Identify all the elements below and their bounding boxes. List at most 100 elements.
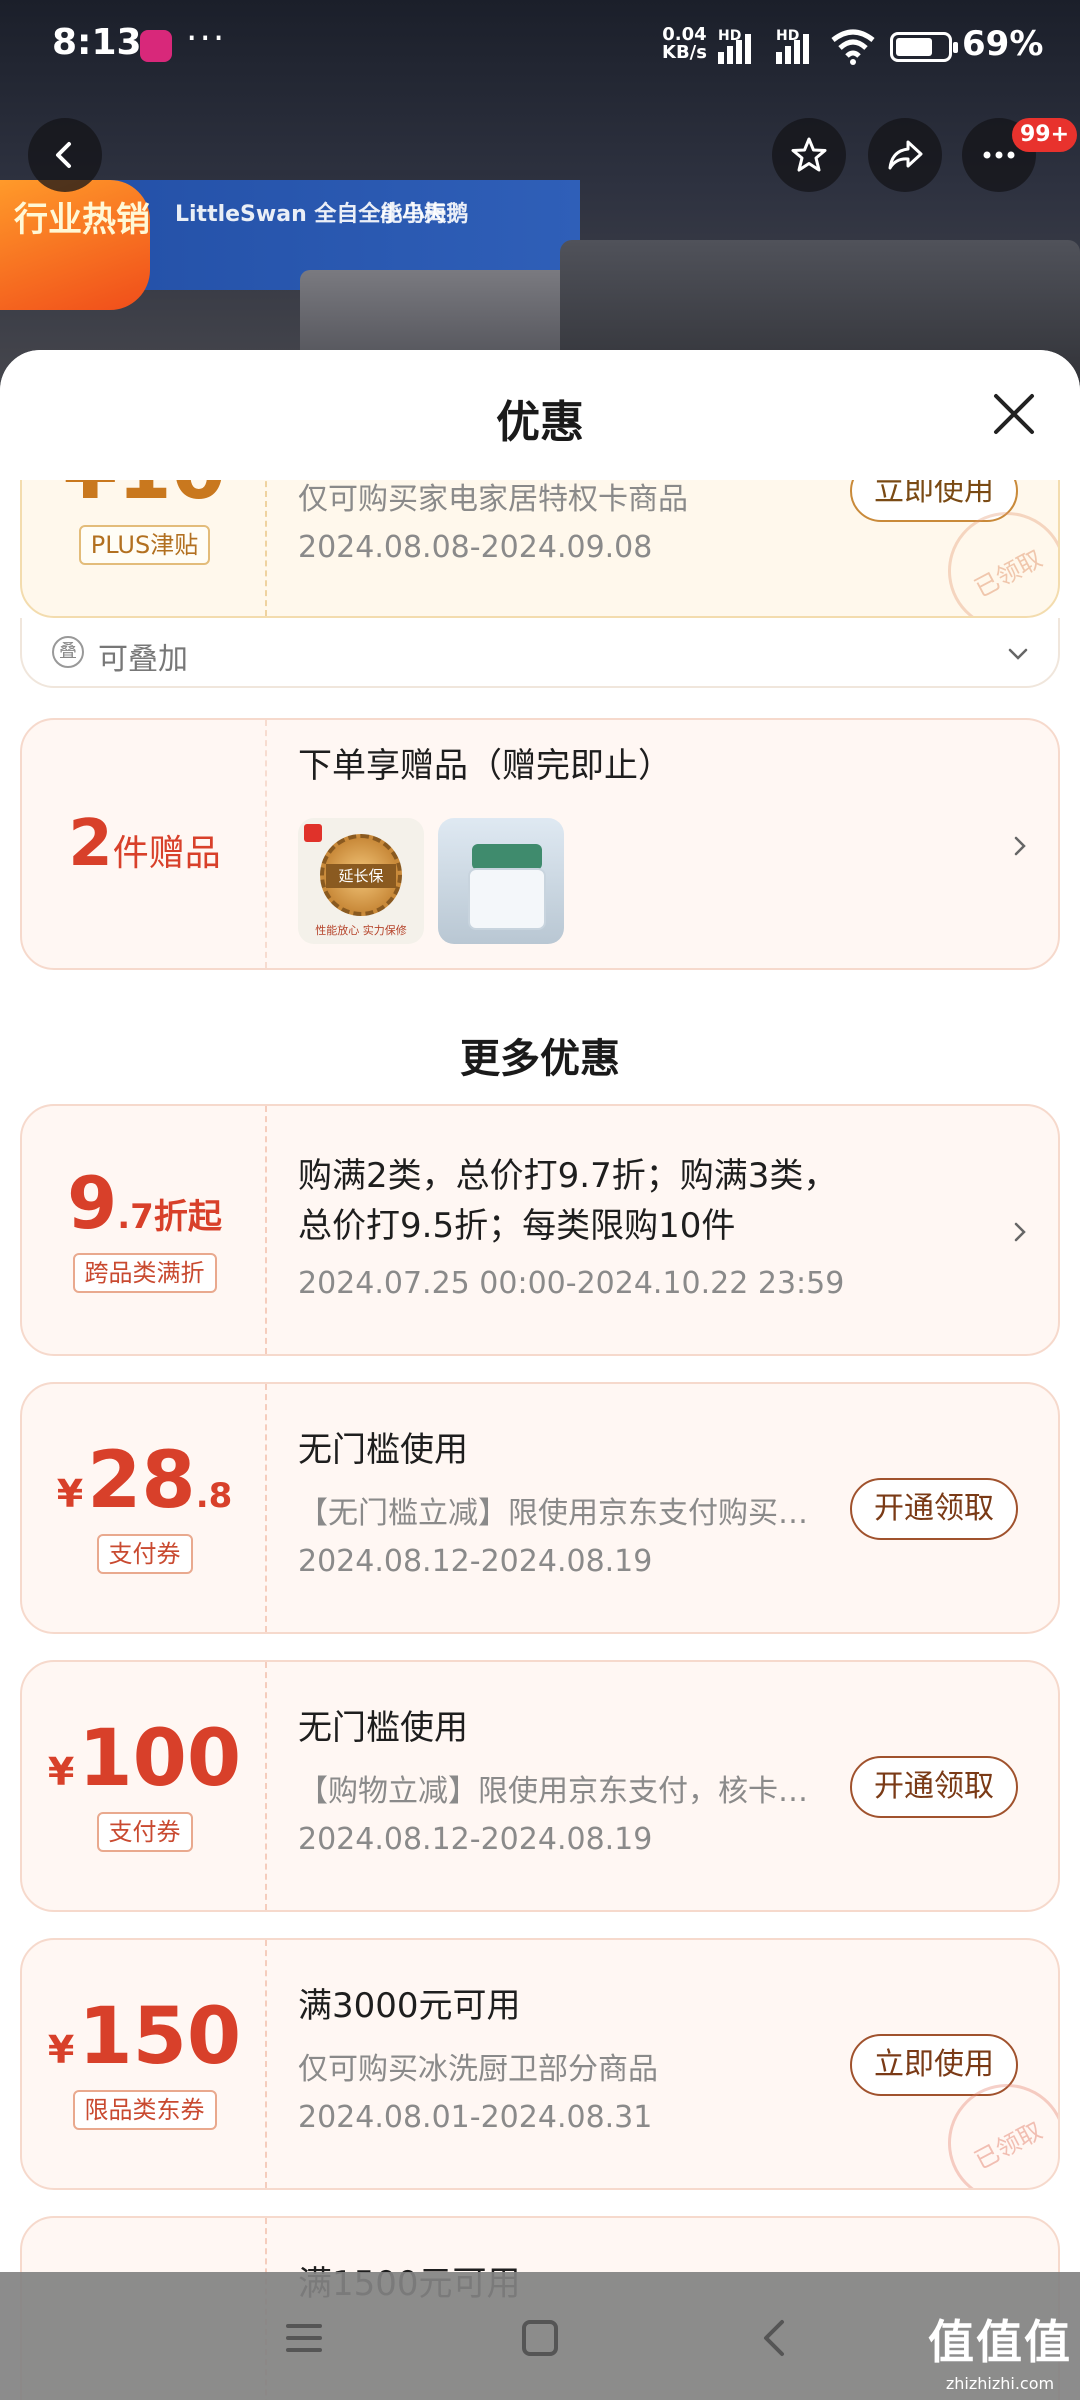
chevron-down-icon — [1008, 648, 1028, 660]
offer-amount-area: ¥ 100 支付券 — [22, 1662, 267, 1910]
coupon-amount-area: ¥10 PLUS津贴 — [22, 480, 267, 616]
offer-amount: 9 .7折起 — [67, 1167, 222, 1239]
battery-percent: 69% — [962, 24, 1044, 64]
offer-desc: 仅可购买冰洗厨卫部分商品 — [298, 2052, 658, 2087]
washer-lid-icon — [472, 844, 542, 870]
offer-body: 无门槛使用 【购物立减】限使用京东支付，核卡… 2024.08.12-2024.… — [298, 1662, 1018, 1910]
more-offers-title: 更多优惠 — [460, 1036, 620, 1082]
offer-title: 满3000元可用 — [298, 1986, 521, 2026]
activate-claim-button[interactable]: 开通领取 — [850, 1478, 1018, 1540]
offer-desc: 【购物立减】限使用京东支付，核卡… — [298, 1774, 808, 1809]
offer-amount-big: 100 — [78, 1714, 242, 1804]
offer-date: 2024.07.25 00:00-2024.10.22 23:59 — [298, 1266, 845, 1301]
gift-count-area: 2 件赠品 — [22, 720, 267, 968]
hot-sale-label: 行业热销 — [14, 200, 150, 240]
stack-icon: 叠 — [52, 636, 84, 668]
message-count-badge: 99+ — [1012, 118, 1078, 152]
battery-icon — [890, 32, 958, 62]
offer-date: 2024.08.01-2024.08.31 — [298, 2100, 653, 2135]
stackable-row[interactable]: 叠 可叠加 — [20, 618, 1060, 688]
back-nav-icon[interactable] — [754, 2316, 798, 2360]
offer-body: 购满2类，总价打9.7折；购满3类， 总价打9.5折；每类限购10件 2024.… — [298, 1106, 1018, 1354]
coupon-divider — [265, 480, 267, 616]
offer-amount-big: 150 — [78, 1992, 242, 2082]
gift-divider — [265, 720, 267, 968]
share-icon — [888, 140, 923, 170]
status-time: 8:13 — [52, 22, 142, 63]
coupon-amount-value: ¥10 — [63, 480, 226, 511]
gift-brand-mark — [304, 824, 322, 842]
offer-amount-area: ¥ 150 限品类东券 — [22, 1940, 267, 2188]
offer-amount-big: 9 — [67, 1161, 118, 1245]
site-watermark: 值值值 zhizhizhi.com — [928, 2306, 1072, 2393]
warranty-caption: 性能放心 实力保修 — [315, 924, 407, 937]
offer-card-pay-100: ¥ 100 支付券 无门槛使用 【购物立减】限使用京东支付，核卡… 2024.0… — [20, 1660, 1060, 1912]
gift-body: 下单享赠品（赠完即止） 延长保 性能放心 实力保修 — [298, 720, 1018, 968]
signal-icon-2 — [776, 30, 820, 64]
home-icon[interactable] — [518, 2316, 562, 2360]
status-more-dots: ··· — [186, 18, 227, 59]
warranty-seal-label: 延长保 — [326, 864, 396, 888]
offer-card-discount[interactable]: 9 .7折起 跨品类满折 购满2类，总价打9.7折；购满3类， 总价打9.5折；… — [20, 1104, 1060, 1356]
favorite-button[interactable] — [772, 118, 846, 192]
gift-count: 2 件赠品 — [68, 812, 221, 876]
offer-date: 2024.08.12-2024.08.19 — [298, 1544, 653, 1579]
watermark-url: zhizhizhi.com — [945, 2374, 1055, 2393]
offer-title: 无门槛使用 — [298, 1430, 468, 1470]
back-button[interactable] — [28, 118, 102, 192]
star-icon — [791, 137, 827, 172]
gift-count-unit: 件赠品 — [112, 833, 221, 874]
network-speed-unit: KB/s — [662, 42, 707, 63]
offer-divider — [265, 1106, 267, 1354]
sheet-header: 优惠 — [0, 350, 1080, 480]
share-button[interactable] — [868, 118, 942, 192]
gift-image-mini-washer[interactable] — [438, 818, 564, 944]
offer-amount-big: 28 — [87, 1436, 196, 1526]
offer-amount: ¥ 100 — [48, 1720, 241, 1798]
hot-sale-badge: 行业热销 — [0, 180, 150, 310]
gift-title: 下单享赠品（赠完即止） — [298, 746, 672, 786]
notification-app-icon — [140, 30, 172, 62]
offer-tag: 跨品类满折 — [72, 1253, 217, 1293]
watermark-logo-text: 值值值 — [928, 2315, 1072, 2369]
offer-divider — [265, 1940, 267, 2188]
offer-body: 无门槛使用 【无门槛立减】限使用京东支付购买… 2024.08.12-2024.… — [298, 1384, 1018, 1632]
washer-body-icon — [468, 868, 546, 930]
offers-list[interactable]: ¥10 PLUS津贴 仅可购买家电家居特权卡商品 2024.08.08-2024… — [0, 480, 1080, 2400]
close-icon[interactable] — [990, 390, 1038, 438]
offer-card-pay-28: ¥ 28 .8 支付券 无门槛使用 【无门槛立减】限使用京东支付购买… 2024… — [20, 1382, 1060, 1634]
chevron-right-icon — [1014, 836, 1026, 856]
currency-symbol: ¥ — [47, 2028, 75, 2072]
offer-card-coupon-150: ¥ 150 限品类东券 满3000元可用 仅可购买冰洗厨卫部分商品 2024.0… — [20, 1938, 1060, 2190]
system-nav-bar — [0, 2272, 1080, 2400]
gift-card[interactable]: 2 件赠品 下单享赠品（赠完即止） 延长保 性能放心 实力保修 — [20, 718, 1060, 970]
offer-title-line2: 总价打9.5折；每类限购10件 — [298, 1206, 736, 1246]
offer-amount: ¥ 28 .8 — [57, 1442, 233, 1520]
status-bar: 8:13 ··· 0.04 KB/s HD HD 69% — [0, 0, 1080, 96]
plus-coupon-card: ¥10 PLUS津贴 仅可购买家电家居特权卡商品 2024.08.08-2024… — [20, 480, 1060, 618]
network-speed: 0.04 KB/s — [662, 26, 707, 62]
offer-title: 无门槛使用 — [298, 1708, 468, 1748]
offer-title-line1: 购满2类，总价打9.7折；购满3类， — [298, 1156, 838, 1196]
coupon-body: 仅可购买家电家居特权卡商品 2024.08.08-2024.09.08 立即使用 — [298, 480, 1018, 616]
sheet-title: 优惠 — [496, 397, 584, 448]
gift-image-warranty[interactable]: 延长保 性能放心 实力保修 — [298, 818, 424, 944]
coupon-desc: 仅可购买家电家居特权卡商品 — [298, 482, 688, 517]
brand-xiaowumei: 小乌梅 — [380, 202, 447, 227]
offer-tag: 支付券 — [96, 1812, 193, 1852]
wifi-icon — [831, 29, 875, 65]
coupon-tag: PLUS津贴 — [78, 525, 211, 565]
offer-tag: 支付券 — [96, 1534, 193, 1574]
chevron-right-icon — [1014, 1222, 1026, 1242]
currency-symbol: ¥ — [56, 1472, 84, 1516]
offer-amount-small: .7折起 — [117, 1197, 222, 1237]
offer-tag: 限品类东券 — [72, 2090, 217, 2130]
recent-apps-icon[interactable] — [282, 2316, 326, 2360]
coupon-amount: ¥10 — [63, 480, 226, 511]
offers-sheet: 优惠 ¥10 PLUS津贴 仅可购买家电家居特权卡商品 2024.08.08-2… — [0, 350, 1080, 2400]
activate-claim-button[interactable]: 开通领取 — [850, 1756, 1018, 1818]
offer-amount-area: 9 .7折起 跨品类满折 — [22, 1106, 267, 1354]
offer-amount-small: .8 — [195, 1476, 233, 1516]
currency-symbol: ¥ — [47, 1750, 75, 1794]
offer-divider — [265, 1662, 267, 1910]
